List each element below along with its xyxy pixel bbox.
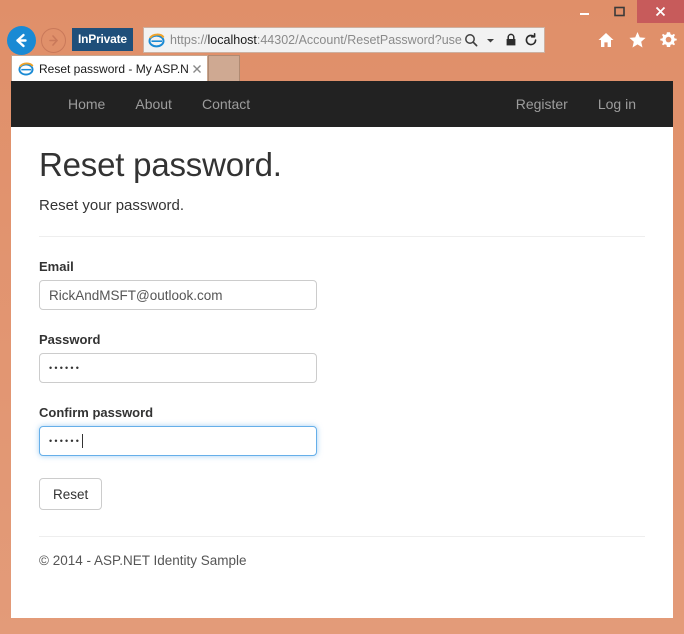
- back-button[interactable]: [7, 26, 36, 55]
- address-bar[interactable]: https://localhost:44302/Account/ResetPas…: [143, 27, 545, 53]
- page-title: Reset password.: [39, 146, 282, 183]
- toolbar-icons: [596, 27, 678, 53]
- email-form-group: Email RickAndMSFT@outlook.com: [39, 259, 645, 311]
- nav-link-contact[interactable]: Contact: [187, 81, 265, 127]
- nav-link-register[interactable]: Register: [501, 81, 583, 127]
- url-scheme: https://: [170, 33, 208, 47]
- home-icon[interactable]: [596, 30, 616, 50]
- password-value: ••••••: [49, 363, 82, 374]
- footer-divider: [39, 536, 645, 538]
- forward-button[interactable]: [41, 28, 66, 53]
- minimize-button[interactable]: [567, 0, 602, 23]
- url-host: localhost: [207, 33, 257, 47]
- tab-strip: Reset password - My ASP.N...: [0, 54, 684, 81]
- lock-icon: [502, 29, 519, 51]
- chevron-down-icon[interactable]: [482, 29, 499, 51]
- close-button[interactable]: [637, 0, 684, 23]
- nav-link-login[interactable]: Log in: [583, 81, 651, 127]
- internet-explorer-icon: [18, 61, 34, 77]
- page-content: Reset password. Reset your password. Ema…: [11, 146, 673, 569]
- reset-password-form: Email RickAndMSFT@outlook.com Password •…: [39, 259, 645, 511]
- url-path: :44302/Account/ResetPassword?userId=ec7e…: [256, 33, 462, 47]
- search-icon[interactable]: [462, 29, 479, 51]
- password-label: Password: [39, 332, 101, 348]
- confirm-password-form-group: Confirm password ••••••: [39, 405, 645, 457]
- nav-link-home[interactable]: Home: [53, 81, 120, 127]
- password-form-group: Password ••••••: [39, 332, 645, 384]
- page-viewport: Home About Contact Register Log in Reset…: [11, 81, 673, 618]
- email-label: Email: [39, 259, 74, 275]
- site-nav-right: Register Log in: [501, 81, 651, 127]
- browser-toolbar: InPrivate https://localhost:44302/Accoun…: [0, 23, 684, 57]
- refresh-icon[interactable]: [522, 29, 539, 51]
- inprivate-badge: InPrivate: [72, 28, 133, 51]
- new-tab-button[interactable]: [208, 55, 240, 81]
- text-caret: [82, 434, 84, 449]
- email-field[interactable]: RickAndMSFT@outlook.com: [39, 280, 317, 311]
- confirm-password-field[interactable]: ••••••: [39, 426, 317, 457]
- site-nav-left: Home About Contact: [53, 81, 265, 127]
- tab-title: Reset password - My ASP.N...: [39, 61, 190, 76]
- maximize-button[interactable]: [602, 0, 637, 23]
- browser-window: InPrivate https://localhost:44302/Accoun…: [0, 0, 684, 634]
- window-controls: [567, 0, 684, 23]
- close-icon[interactable]: [190, 62, 203, 75]
- address-bar-tools: [462, 29, 544, 51]
- internet-explorer-icon: [148, 32, 165, 49]
- nav-link-about[interactable]: About: [120, 81, 187, 127]
- gear-icon[interactable]: [658, 30, 678, 50]
- reset-button[interactable]: Reset: [39, 478, 103, 511]
- confirm-password-label: Confirm password: [39, 405, 154, 421]
- favorites-star-icon[interactable]: [627, 30, 647, 50]
- page-subtitle: Reset your password.: [39, 197, 185, 215]
- tab-reset-password[interactable]: Reset password - My ASP.N...: [11, 55, 208, 81]
- confirm-password-value: ••••••: [49, 436, 82, 447]
- form-divider: [39, 236, 645, 238]
- footer-copyright: © 2014 - ASP.NET Identity Sample: [39, 553, 247, 569]
- site-navbar: Home About Contact Register Log in: [11, 81, 673, 127]
- password-field[interactable]: ••••••: [39, 353, 317, 384]
- title-bar: [0, 0, 684, 23]
- address-bar-url: https://localhost:44302/Account/ResetPas…: [170, 28, 462, 52]
- email-value: RickAndMSFT@outlook.com: [49, 287, 223, 303]
